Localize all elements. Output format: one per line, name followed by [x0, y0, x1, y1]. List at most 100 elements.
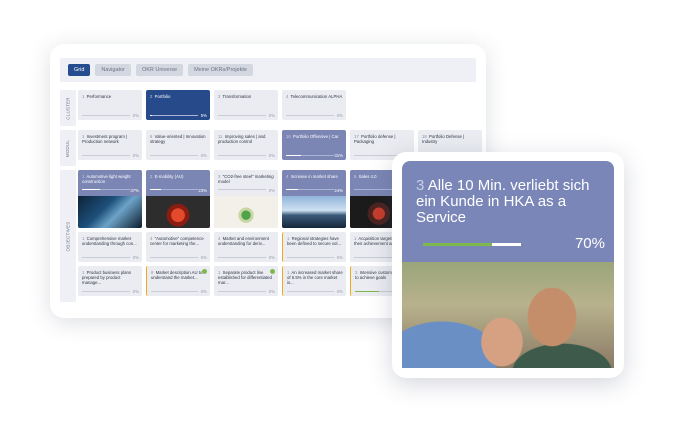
plant-image	[214, 196, 278, 228]
tile-title-wrap: 11 Improving sales | and production cont…	[218, 134, 275, 144]
status-ok-icon	[202, 269, 207, 274]
tile-percent: 0%	[132, 289, 139, 294]
tile-title-wrap: 1 Comprehensive market understanding thr…	[82, 236, 139, 246]
tile-title-wrap: 4 Increase in market share	[286, 174, 343, 179]
tile-title-wrap: 4 Market and environment understanding f…	[218, 236, 275, 246]
tile-title-wrap: 8 Market description AU to understand th…	[151, 270, 207, 280]
tile-title-wrap: 1 Investment program | Production networ…	[82, 134, 139, 144]
tile-title: Comprehensive market understanding throu…	[82, 236, 137, 247]
tile-progress-bar	[286, 114, 334, 116]
tile-percent: 37%	[130, 188, 139, 193]
tile-progress-bar	[287, 256, 334, 258]
tile-title-wrap: 1 Product business plans prepared by pro…	[82, 270, 139, 286]
tile-progress-bar	[218, 256, 266, 258]
key-result-tile[interactable]: 1 Regional strategies have been defined …	[282, 232, 346, 262]
cluster-tile[interactable]: 2 Portfolio 5%	[146, 90, 210, 120]
key-result-tile[interactable]: 4 "Automotive" competence center for mar…	[146, 232, 210, 262]
tile-percent: 0%	[336, 255, 343, 260]
tile-title-wrap: 3 Transformation	[218, 94, 275, 99]
tile-percent: 23%	[198, 188, 207, 193]
car-image	[78, 196, 142, 228]
city-image	[282, 196, 346, 228]
tile-progress-bar	[150, 114, 198, 116]
tile-title: Market description AU to understand the …	[151, 270, 203, 281]
navigator-view-button[interactable]: Navigator	[95, 64, 131, 76]
key-result-tile[interactable]: 1 Separate product line established for …	[214, 266, 278, 296]
tile-progress-bar	[287, 290, 334, 292]
tile-title: Transformation	[222, 94, 252, 99]
tile-progress-bar	[82, 290, 130, 292]
objective-tile[interactable]: 3 "CO2-free steel" marketing model 0%	[214, 170, 278, 228]
tile-percent: 0%	[336, 289, 343, 294]
tile-progress-bar	[150, 188, 198, 190]
detail-progress-bar	[423, 243, 521, 246]
tile-number: 3	[218, 94, 221, 99]
cluster-tile[interactable]: 1 Performance 0%	[78, 90, 142, 120]
tile-title-wrap: 3 "CO2-free steel" marketing model	[218, 174, 275, 184]
tile-progress-bar	[218, 290, 266, 292]
key-result-tile[interactable]: 1 Comprehensive market understanding thr…	[78, 232, 142, 262]
tile-title: Investment program | Production network	[82, 134, 128, 145]
tile-percent: 0%	[268, 255, 275, 260]
tile-title-wrap: 16 Portfolio Offensive | Car	[286, 134, 343, 139]
model-tile[interactable]: 6 Value-oriented | Innovation strategy 0…	[146, 130, 210, 160]
model-tile[interactable]: 16 Portfolio Offensive | Car 31%	[282, 130, 346, 160]
objective-tile[interactable]: 2 E-mobility (AU) 23%	[146, 170, 210, 228]
tile-number: 4	[286, 174, 289, 179]
key-result-tile[interactable]: 8 Market description AU to understand th…	[146, 266, 210, 296]
tile-title: An increased market share of 6.5% in the…	[287, 270, 343, 286]
tile-percent: 24%	[334, 188, 343, 193]
tile-title-wrap: 1 Automotive light weight construction	[82, 174, 139, 184]
grid-view-button[interactable]: Grid	[68, 64, 91, 76]
tile-percent: 0%	[132, 153, 139, 158]
detail-title-wrap: 3 Alle 10 Min. verliebt sich ein Kunde i…	[416, 178, 596, 226]
detail-title: Alle 10 Min. verliebt sich ein Kunde in …	[416, 177, 590, 226]
tile-progress-bar	[218, 114, 266, 116]
row-label-text: MODUL	[65, 139, 71, 157]
tile-progress-bar	[82, 188, 130, 190]
tile-number: 16	[286, 134, 291, 139]
tile-title: "CO2-free steel" marketing model	[218, 174, 274, 185]
cluster-tile[interactable]: 4 Telecommunication ALPHA 0%	[282, 90, 346, 120]
okr-universe-button[interactable]: OKR Universe	[135, 64, 184, 76]
tile-title: Portfolio	[154, 94, 171, 99]
tile-title: "Automotive" competence center for marke…	[150, 236, 204, 247]
tile-title: Regional strategies have been defined to…	[287, 236, 341, 247]
objective-tile[interactable]: 1 Automotive light weight construction 3…	[78, 170, 142, 228]
tile-title-wrap: 4 "Automotive" competence center for mar…	[150, 236, 207, 246]
tile-number: 2	[150, 174, 153, 179]
tile-title: Market and environment understanding for…	[218, 236, 269, 247]
tile-progress-bar	[286, 154, 334, 156]
my-okrs-projects-button[interactable]: Meine OKRs/Projekte	[188, 64, 253, 76]
detail-percent: 70%	[574, 235, 605, 252]
key-result-tile[interactable]: 1 An increased market share of 6.5% in t…	[282, 266, 346, 296]
tile-progress-bar	[218, 188, 266, 190]
objective-tile[interactable]: 4 Increase in market share 24%	[282, 170, 346, 228]
tile-title: Telecommunication ALPHA	[290, 94, 343, 99]
model-tile[interactable]: 1 Investment program | Production networ…	[78, 130, 142, 160]
objective-detail-card[interactable]: 3 Alle 10 Min. verliebt sich ein Kunde i…	[392, 152, 624, 378]
tile-number: 5	[354, 174, 357, 179]
tile-number: 4	[286, 94, 289, 99]
tile-title: Portfolio Defense | Industry	[422, 134, 465, 145]
key-result-tile[interactable]: 4 Market and environment understanding f…	[214, 232, 278, 262]
couple-photo	[402, 262, 614, 368]
view-toolbar: Grid Navigator OKR Universe Meine OKRs/P…	[60, 58, 476, 82]
gauge-image	[146, 196, 210, 228]
tile-percent: 0%	[200, 289, 207, 294]
tile-percent: 0%	[268, 153, 275, 158]
tile-progress-bar	[151, 290, 198, 292]
tile-progress-bar	[150, 256, 198, 258]
tile-percent: 0%	[200, 153, 207, 158]
tile-number: 1	[82, 94, 85, 99]
key-result-tile[interactable]: 1 Product business plans prepared by pro…	[78, 266, 142, 296]
tile-title: Improving sales | and production control	[218, 134, 266, 145]
tile-percent: 5%	[200, 113, 207, 118]
tile-title-wrap: 1 Performance	[82, 94, 139, 99]
tile-progress-bar	[82, 154, 130, 156]
row-label-text: CLUSTER	[65, 96, 71, 120]
cluster-tile[interactable]: 3 Transformation 0%	[214, 90, 278, 120]
tile-title: Increase in market share	[290, 174, 338, 179]
model-tile[interactable]: 11 Improving sales | and production cont…	[214, 130, 278, 160]
tile-percent: 0%	[268, 188, 275, 193]
